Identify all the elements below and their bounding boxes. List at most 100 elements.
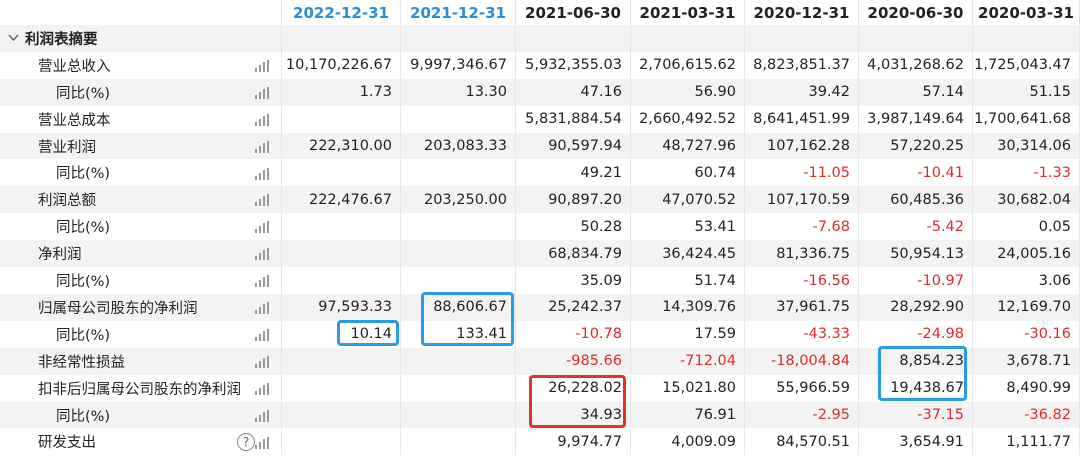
row-label-cell: 利润总额	[0, 186, 282, 214]
table-row[interactable]: 同比(%) 1.73 13.30 47.16 56.90 39.42 57.14 51.15	[0, 78, 1080, 106]
bar-chart-icon[interactable]	[255, 113, 269, 126]
row-label-cell: 营业利润	[0, 132, 282, 160]
table-cell: 56.90	[631, 78, 745, 106]
bar-chart-icon[interactable]	[255, 436, 269, 449]
table-cell: 68,834.79	[516, 240, 631, 268]
row-label: 同比(%)	[56, 166, 111, 183]
table-cell: -712.04	[631, 347, 745, 375]
table-cell: 14,309.76	[631, 294, 745, 321]
table-cell: -43.33	[745, 320, 859, 348]
table-cell: 30,682.04	[973, 186, 1080, 214]
section-row[interactable]: 利润表摘要	[0, 25, 1080, 52]
table-cell	[282, 240, 401, 268]
table-cell: 133.41	[401, 320, 516, 348]
table-row[interactable]: 扣非后归属母公司股东的净利润 26,228.02 15,021.80 55,966.5…	[0, 374, 1080, 402]
table-cell: 47.16	[516, 78, 631, 106]
header-period-2020-12-31[interactable]: 2020-12-31	[745, 0, 859, 26]
table-row[interactable]: 同比(%) 49.21 60.74 -11.05 -10.41 -1.33	[0, 159, 1080, 187]
bar-chart-icon[interactable]	[255, 59, 269, 72]
table-cell: 24,005.16	[973, 240, 1080, 268]
header-period-2020-03-31[interactable]: 2020-03-31	[973, 0, 1080, 26]
row-label: 同比(%)	[56, 274, 111, 291]
row-label: 研发支出	[38, 435, 96, 452]
table-cell: -7.68	[745, 213, 859, 241]
chevron-down-icon[interactable]	[8, 32, 19, 45]
help-circle-icon[interactable]: ?	[237, 432, 255, 451]
table-cell: 90,597.94	[516, 132, 631, 160]
table-cell: 3,654.91	[859, 428, 973, 456]
bar-chart-icon[interactable]	[255, 248, 269, 261]
row-label: 营业总成本	[38, 112, 111, 129]
row-label-cell: 同比(%)	[0, 78, 282, 106]
table-cell: 36,424.45	[631, 240, 745, 268]
row-label-cell: 扣非后归属母公司股东的净利润	[0, 374, 282, 402]
table-cell: -10.97	[859, 267, 973, 294]
table-cell: 1,111.77	[973, 428, 1080, 456]
table-cell: 51.74	[631, 267, 745, 294]
bar-chart-icon[interactable]	[255, 409, 269, 422]
header-period-2020-06-30[interactable]: 2020-06-30	[859, 0, 973, 26]
table-cell: 51.15	[973, 78, 1080, 106]
table-row[interactable]: 归属母公司股东的净利润 97,593.33 88,606.67 25,242.37 14…	[0, 294, 1080, 321]
table-cell: -5.42	[859, 213, 973, 241]
table-cell: 97,593.33	[282, 294, 401, 321]
table-cell	[282, 105, 401, 133]
table-row[interactable]: 营业利润 222,310.00 203,083.33 90,597.94 48,727.…	[0, 132, 1080, 160]
table-row[interactable]: 营业总成本 5,831,884.54 2,660,492.52 8,641,451.9…	[0, 105, 1080, 133]
table-row[interactable]: 净利润 68,834.79 36,424.45 81,336.75 50,954.13 2…	[0, 240, 1080, 268]
row-label: 非经常性损益	[38, 354, 125, 371]
row-label: 扣非后归属母公司股东的净利润	[38, 381, 241, 398]
table-row[interactable]: 营业总收入 10,170,226.67 9,997,346.67 5,932,355.…	[0, 51, 1080, 79]
header-period-2022-12-31[interactable]: 2022-12-31	[282, 0, 401, 26]
bar-chart-icon[interactable]	[255, 328, 269, 341]
table-cell: 9,974.77	[516, 428, 631, 456]
table-cell: 3,987,149.64	[859, 105, 973, 133]
table-cell: 19,438.67	[859, 374, 973, 402]
table-cell: 2,660,492.52	[631, 105, 745, 133]
table-row[interactable]: 同比(%) 34.93 76.91 -2.95 -37.15 -36.82	[0, 401, 1080, 429]
table-row[interactable]: 同比(%) 50.28 53.41 -7.68 -5.42 0.05	[0, 213, 1080, 241]
table-row[interactable]: 非经常性损益 -985.66 -712.04 -18,004.84 8,854.23 3,…	[0, 347, 1080, 375]
bar-chart-icon[interactable]	[255, 382, 269, 395]
bar-chart-icon[interactable]	[255, 275, 269, 288]
bar-chart-icon[interactable]	[255, 140, 269, 153]
table-cell: 203,250.00	[401, 186, 516, 214]
table-cell	[282, 347, 401, 375]
table-row[interactable]: 同比(%) 35.09 51.74 -16.56 -10.97 3.06	[0, 267, 1080, 294]
bar-chart-icon[interactable]	[255, 221, 269, 234]
bar-chart-icon[interactable]	[255, 167, 269, 180]
section-label-cell[interactable]: 利润表摘要	[0, 25, 282, 52]
bar-chart-icon[interactable]	[255, 194, 269, 207]
table-cell: -24.98	[859, 320, 973, 348]
header-period-2021-06-30[interactable]: 2021-06-30	[516, 0, 631, 26]
header-period-2021-03-31[interactable]: 2021-03-31	[631, 0, 745, 26]
row-label: 同比(%)	[56, 220, 111, 237]
table-cell	[401, 374, 516, 402]
table-cell: 10,170,226.67	[282, 51, 401, 79]
table-row[interactable]: 同比(%) 10.14 133.41 -10.78 17.59 -43.33 -24.98-…	[0, 320, 1080, 348]
table-cell: 84,570.51	[745, 428, 859, 456]
table-cell: -10.41	[859, 159, 973, 187]
table-cell: 5,932,355.03	[516, 51, 631, 79]
bar-chart-icon[interactable]	[255, 355, 269, 368]
table-cell: 60.74	[631, 159, 745, 187]
table-cell: 90,897.20	[516, 186, 631, 214]
table-cell: 48,727.96	[631, 132, 745, 160]
table-cell: 17.59	[631, 320, 745, 348]
table-cell	[282, 428, 401, 456]
table-cell: 50.28	[516, 213, 631, 241]
header-period-2021-12-31[interactable]: 2021-12-31	[401, 0, 516, 26]
table-cell: 35.09	[516, 267, 631, 294]
table-cell: 4,031,268.62	[859, 51, 973, 79]
table-cell: 12,169.70	[973, 294, 1080, 321]
table-cell: 8,641,451.99	[745, 105, 859, 133]
table-cell: 60,485.36	[859, 186, 973, 214]
table-cell	[401, 347, 516, 375]
bar-chart-icon[interactable]	[255, 302, 269, 314]
table-cell: 5,831,884.54	[516, 105, 631, 133]
bar-chart-icon[interactable]	[255, 86, 269, 99]
row-label-cell: 同比(%)	[0, 213, 282, 241]
table-row[interactable]: 研发支出? 9,974.77 4,009.09 84,570.51 3,654.91 1,…	[0, 428, 1080, 456]
table-row[interactable]: 利润总额 222,476.67 203,250.00 90,897.20 47,070.…	[0, 186, 1080, 214]
table-cell	[282, 401, 401, 429]
